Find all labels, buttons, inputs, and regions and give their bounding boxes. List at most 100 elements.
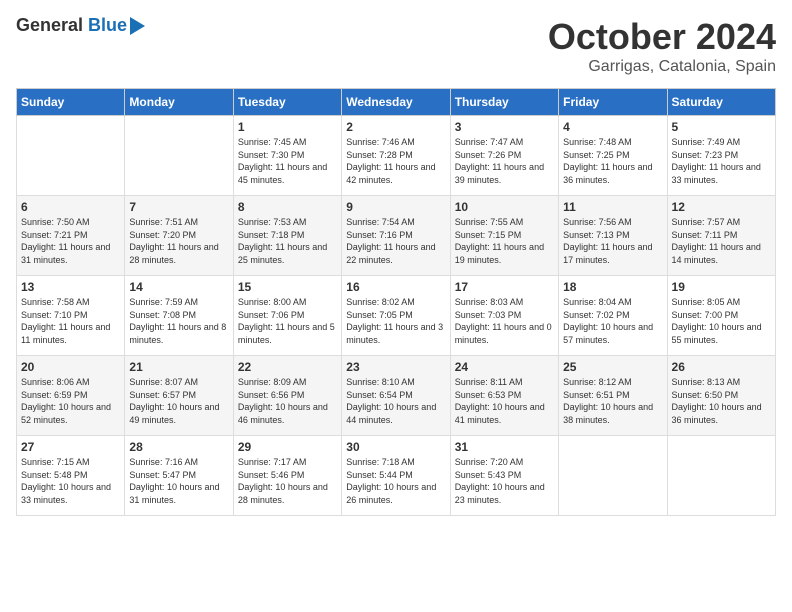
- day-detail: Sunrise: 7:45 AM Sunset: 7:30 PM Dayligh…: [238, 136, 337, 186]
- calendar-cell: [125, 116, 233, 196]
- day-number: 17: [455, 280, 554, 294]
- title-block: October 2024 Garrigas, Catalonia, Spain: [548, 16, 776, 76]
- day-detail: Sunrise: 8:09 AM Sunset: 6:56 PM Dayligh…: [238, 376, 337, 426]
- calendar-cell: 20 Sunrise: 8:06 AM Sunset: 6:59 PM Dayli…: [17, 356, 125, 436]
- header-thursday: Thursday: [450, 89, 558, 116]
- location-title: Garrigas, Catalonia, Spain: [548, 58, 776, 76]
- calendar-table: SundayMondayTuesdayWednesdayThursdayFrid…: [16, 88, 776, 516]
- calendar-cell: 30 Sunrise: 7:18 AM Sunset: 5:44 PM Dayli…: [342, 436, 450, 516]
- calendar-cell: 18 Sunrise: 8:04 AM Sunset: 7:02 PM Dayli…: [559, 276, 667, 356]
- day-number: 5: [672, 120, 771, 134]
- day-number: 16: [346, 280, 445, 294]
- day-number: 10: [455, 200, 554, 214]
- calendar-cell: 13 Sunrise: 7:58 AM Sunset: 7:10 PM Dayli…: [17, 276, 125, 356]
- calendar-cell: 29 Sunrise: 7:17 AM Sunset: 5:46 PM Dayli…: [233, 436, 341, 516]
- calendar-cell: 12 Sunrise: 7:57 AM Sunset: 7:11 PM Dayli…: [667, 196, 775, 276]
- day-detail: Sunrise: 7:59 AM Sunset: 7:08 PM Dayligh…: [129, 296, 228, 346]
- calendar-cell: 15 Sunrise: 8:00 AM Sunset: 7:06 PM Dayli…: [233, 276, 341, 356]
- day-number: 4: [563, 120, 662, 134]
- day-detail: Sunrise: 8:04 AM Sunset: 7:02 PM Dayligh…: [563, 296, 662, 346]
- day-number: 31: [455, 440, 554, 454]
- logo: General Blue: [16, 16, 145, 36]
- calendar-cell: 10 Sunrise: 7:55 AM Sunset: 7:15 PM Dayli…: [450, 196, 558, 276]
- calendar-cell: 19Sunrise: 8:05 AM Sunset: 7:00 PM Dayli…: [667, 276, 775, 356]
- day-detail: Sunrise: 7:17 AM Sunset: 5:46 PM Dayligh…: [238, 456, 337, 506]
- day-detail: Sunrise: 8:00 AM Sunset: 7:06 PM Dayligh…: [238, 296, 337, 346]
- day-detail: Sunrise: 8:03 AM Sunset: 7:03 PM Dayligh…: [455, 296, 554, 346]
- calendar-cell: 8 Sunrise: 7:53 AM Sunset: 7:18 PM Daylig…: [233, 196, 341, 276]
- day-number: 28: [129, 440, 228, 454]
- header-saturday: Saturday: [667, 89, 775, 116]
- day-detail: Sunrise: 7:46 AM Sunset: 7:28 PM Dayligh…: [346, 136, 445, 186]
- day-number: 13: [21, 280, 120, 294]
- header-wednesday: Wednesday: [342, 89, 450, 116]
- day-detail: Sunrise: 8:13 AM Sunset: 6:50 PM Dayligh…: [672, 376, 771, 426]
- calendar-cell: 22 Sunrise: 8:09 AM Sunset: 6:56 PM Dayli…: [233, 356, 341, 436]
- day-detail: Sunrise: 8:10 AM Sunset: 6:54 PM Dayligh…: [346, 376, 445, 426]
- day-detail: Sunrise: 8:11 AM Sunset: 6:53 PM Dayligh…: [455, 376, 554, 426]
- calendar-cell: [667, 436, 775, 516]
- day-detail: Sunrise: 7:54 AM Sunset: 7:16 PM Dayligh…: [346, 216, 445, 266]
- calendar-cell: [559, 436, 667, 516]
- calendar-cell: 24Sunrise: 8:11 AM Sunset: 6:53 PM Dayli…: [450, 356, 558, 436]
- day-number: 25: [563, 360, 662, 374]
- logo-text: General Blue: [16, 16, 127, 36]
- day-number: 7: [129, 200, 228, 214]
- day-number: 30: [346, 440, 445, 454]
- header-friday: Friday: [559, 89, 667, 116]
- day-number: 11: [563, 200, 662, 214]
- day-detail: Sunrise: 7:48 AM Sunset: 7:25 PM Dayligh…: [563, 136, 662, 186]
- calendar-cell: 21Sunrise: 8:07 AM Sunset: 6:57 PM Dayli…: [125, 356, 233, 436]
- day-detail: Sunrise: 7:18 AM Sunset: 5:44 PM Dayligh…: [346, 456, 445, 506]
- day-detail: Sunrise: 7:16 AM Sunset: 5:47 PM Dayligh…: [129, 456, 228, 506]
- calendar-cell: 25Sunrise: 8:12 AM Sunset: 6:51 PM Dayli…: [559, 356, 667, 436]
- calendar-cell: 3Sunrise: 7:47 AM Sunset: 7:26 PM Daylig…: [450, 116, 558, 196]
- calendar-cell: 28 Sunrise: 7:16 AM Sunset: 5:47 PM Dayli…: [125, 436, 233, 516]
- day-detail: Sunrise: 7:51 AM Sunset: 7:20 PM Dayligh…: [129, 216, 228, 266]
- day-detail: Sunrise: 7:49 AM Sunset: 7:23 PM Dayligh…: [672, 136, 771, 186]
- header-monday: Monday: [125, 89, 233, 116]
- day-detail: Sunrise: 8:06 AM Sunset: 6:59 PM Dayligh…: [21, 376, 120, 426]
- day-detail: Sunrise: 7:15 AM Sunset: 5:48 PM Dayligh…: [21, 456, 120, 506]
- page-header: General Blue October 2024 Garrigas, Cata…: [16, 16, 776, 76]
- calendar-cell: 1 Sunrise: 7:45 AM Sunset: 7:30 PM Daylig…: [233, 116, 341, 196]
- day-number: 18: [563, 280, 662, 294]
- day-number: 22: [238, 360, 337, 374]
- calendar-cell: 2 Sunrise: 7:46 AM Sunset: 7:28 PM Daylig…: [342, 116, 450, 196]
- calendar-cell: 17 Sunrise: 8:03 AM Sunset: 7:03 PM Dayli…: [450, 276, 558, 356]
- header-tuesday: Tuesday: [233, 89, 341, 116]
- day-number: 8: [238, 200, 337, 214]
- calendar-cell: 14Sunrise: 7:59 AM Sunset: 7:08 PM Dayli…: [125, 276, 233, 356]
- calendar-cell: 31 Sunrise: 7:20 AM Sunset: 5:43 PM Dayli…: [450, 436, 558, 516]
- day-number: 15: [238, 280, 337, 294]
- header-sunday: Sunday: [17, 89, 125, 116]
- calendar-cell: 4 Sunrise: 7:48 AM Sunset: 7:25 PM Daylig…: [559, 116, 667, 196]
- day-number: 20: [21, 360, 120, 374]
- calendar-cell: 6Sunrise: 7:50 AM Sunset: 7:21 PM Daylig…: [17, 196, 125, 276]
- day-detail: Sunrise: 8:05 AM Sunset: 7:00 PM Dayligh…: [672, 296, 771, 346]
- day-detail: Sunrise: 7:20 AM Sunset: 5:43 PM Dayligh…: [455, 456, 554, 506]
- calendar-cell: 23 Sunrise: 8:10 AM Sunset: 6:54 PM Dayli…: [342, 356, 450, 436]
- calendar-cell: 11 Sunrise: 7:56 AM Sunset: 7:13 PM Dayli…: [559, 196, 667, 276]
- day-detail: Sunrise: 7:56 AM Sunset: 7:13 PM Dayligh…: [563, 216, 662, 266]
- calendar-cell: 16 Sunrise: 8:02 AM Sunset: 7:05 PM Dayli…: [342, 276, 450, 356]
- day-number: 21: [129, 360, 228, 374]
- day-detail: Sunrise: 7:50 AM Sunset: 7:21 PM Dayligh…: [21, 216, 120, 266]
- calendar-cell: [17, 116, 125, 196]
- day-number: 1: [238, 120, 337, 134]
- calendar-cell: 7 Sunrise: 7:51 AM Sunset: 7:20 PM Daylig…: [125, 196, 233, 276]
- calendar-cell: 5 Sunrise: 7:49 AM Sunset: 7:23 PM Daylig…: [667, 116, 775, 196]
- day-detail: Sunrise: 7:58 AM Sunset: 7:10 PM Dayligh…: [21, 296, 120, 346]
- calendar-header: SundayMondayTuesdayWednesdayThursdayFrid…: [17, 89, 776, 116]
- day-number: 12: [672, 200, 771, 214]
- day-detail: Sunrise: 7:57 AM Sunset: 7:11 PM Dayligh…: [672, 216, 771, 266]
- day-number: 29: [238, 440, 337, 454]
- day-detail: Sunrise: 7:55 AM Sunset: 7:15 PM Dayligh…: [455, 216, 554, 266]
- day-detail: Sunrise: 8:02 AM Sunset: 7:05 PM Dayligh…: [346, 296, 445, 346]
- day-detail: Sunrise: 7:53 AM Sunset: 7:18 PM Dayligh…: [238, 216, 337, 266]
- day-detail: Sunrise: 7:47 AM Sunset: 7:26 PM Dayligh…: [455, 136, 554, 186]
- calendar-cell: 27Sunrise: 7:15 AM Sunset: 5:48 PM Dayli…: [17, 436, 125, 516]
- calendar-cell: 26Sunrise: 8:13 AM Sunset: 6:50 PM Dayli…: [667, 356, 775, 436]
- day-number: 23: [346, 360, 445, 374]
- day-number: 2: [346, 120, 445, 134]
